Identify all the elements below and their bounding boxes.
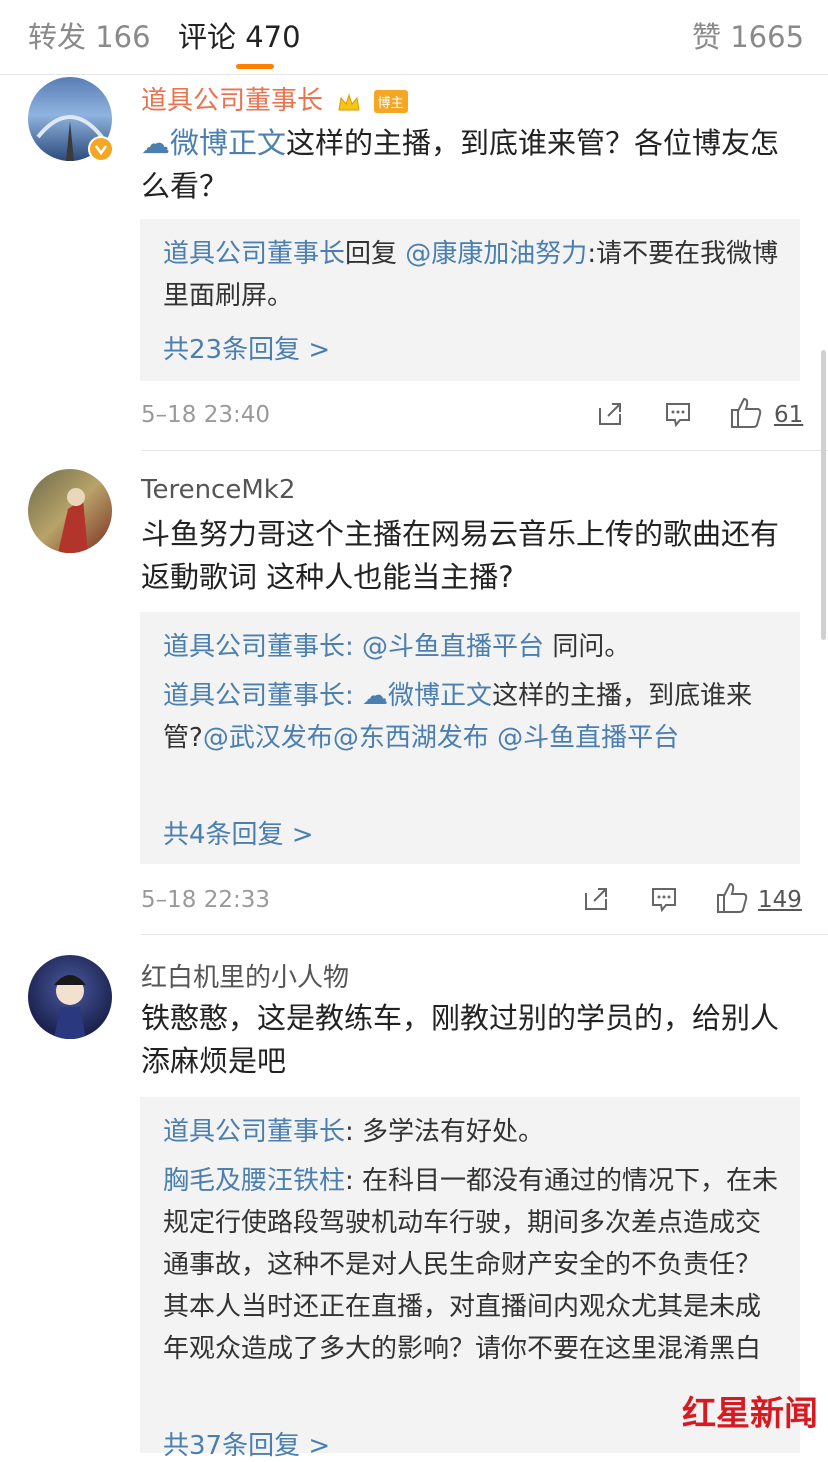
like-count[interactable]: 149 [758,887,802,913]
weibo-link-icon[interactable]: ☁ [141,126,170,160]
mention-link[interactable]: @武汉发布 [203,723,333,753]
reply-item: 道具公司董事长: ☁微博正文这样的主播，到底谁来管?@武汉发布@东西湖发布 @斗… [163,675,783,759]
reply-text: : 多学法有好处。 [345,1117,545,1147]
reply-username[interactable]: 道具公司董事长 [163,1117,345,1147]
mention-link[interactable]: @斗鱼直播平台 [497,723,679,753]
mention-link[interactable]: @康康加油努力 [405,239,587,269]
divider [141,934,828,935]
weibo-link[interactable]: 微博正文 [388,681,492,711]
username[interactable]: 道具公司董事长 博主 [141,80,408,117]
mention-link[interactable]: @东西湖发布 [333,723,489,753]
reply-item: 胸毛及腰汪铁柱: 在科目一都没有通过的情况下，在未规定行使路段驾驶机动车行驶，期… [163,1160,783,1370]
share-icon[interactable] [582,885,610,917]
reply-box[interactable]: 道具公司董事长: @斗鱼直播平台 同问。 道具公司董事长: ☁微博正文这样的主播… [140,612,800,864]
reply-text: 同问。 [544,632,631,662]
like-count[interactable]: 61 [774,402,803,428]
more-replies-link[interactable]: 共37条回复 > [163,1425,330,1462]
tab-reposts[interactable]: 转发 166 [28,14,151,56]
reply-item: 道具公司董事长: @斗鱼直播平台 同问。 [163,626,783,668]
comment-time: 5–18 22:33 [141,887,270,913]
reply-item: 道具公司董事长: 多学法有好处。 [163,1111,783,1153]
username[interactable]: 红白机里的小人物 [141,957,349,994]
crown-icon [337,91,361,113]
reply-separator: : [345,681,354,711]
reply-separator: : [345,632,354,662]
reply-username[interactable]: 道具公司董事长 [163,239,345,269]
avatar[interactable] [28,955,112,1039]
avatar-image [54,975,86,1039]
reply-item: 道具公司董事长回复 @康康加油努力:请不要在我微博里面刷屏。 [163,233,783,317]
avatar-image [58,488,88,553]
comment-text: ☁微博正文这样的主播，到底谁来管？各位博友怎么看？ [141,122,791,208]
scrollbar[interactable] [821,350,826,640]
comment-text: 铁憨憨，这是教练车，刚教过别的学员的，给别人添麻烦是吧 [141,1001,780,1078]
reply-verb: 回复 [345,239,398,269]
tab-bar: 转发 166 评论 470 赞 1665 [0,0,828,75]
mention-link[interactable]: @斗鱼直播平台 [362,632,544,662]
reply-box[interactable]: 道具公司董事长回复 @康康加油努力:请不要在我微博里面刷屏。 共23条回复 > [140,219,800,381]
more-replies-link[interactable]: 共4条回复 > [163,814,314,851]
comment-time: 5–18 23:40 [141,402,270,428]
tab-likes[interactable]: 赞 1665 [692,14,804,56]
username-text[interactable]: 道具公司董事长 [141,86,323,116]
reply-username[interactable]: 胸毛及腰汪铁柱 [163,1166,345,1196]
weibo-link[interactable]: 微博正文 [170,126,286,160]
username[interactable]: TerenceMk2 [141,475,295,505]
tab-comments[interactable]: 评论 470 [178,14,301,56]
like-icon[interactable] [715,881,749,919]
more-replies-link[interactable]: 共23条回复 > [163,329,330,366]
divider [141,450,828,451]
avatar[interactable] [28,469,112,553]
comment-icon[interactable] [664,400,692,432]
reply-username[interactable]: 道具公司董事长 [163,632,345,662]
reply-username[interactable]: 道具公司董事长 [163,681,345,711]
share-icon[interactable] [596,400,624,432]
verified-icon [88,136,114,162]
like-icon[interactable] [729,396,763,434]
weibo-link-icon[interactable]: ☁ [362,681,388,711]
comment-icon[interactable] [650,885,678,917]
watermark-logo: 红星新闻 [682,1394,818,1434]
comment-text: 斗鱼努力哥这个主播在网易云音乐上传的歌曲还有返動歌词 这种人也能当主播? [141,517,780,594]
author-badge: 博主 [373,90,408,113]
active-tab-indicator [236,64,274,69]
